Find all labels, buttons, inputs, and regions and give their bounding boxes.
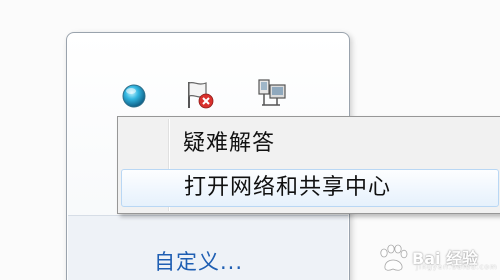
network-connection-icon[interactable] xyxy=(256,77,288,109)
network-context-menu: 疑难解答 打开网络和共享中心 xyxy=(117,116,500,214)
menu-item-open-network-sharing-center[interactable]: 打开网络和共享中心 xyxy=(121,169,499,207)
action-center-flag-error-icon[interactable] xyxy=(184,78,216,110)
customize-link[interactable]: 自定义... xyxy=(154,246,243,276)
watermark-subtext: jingyan.baidu.com xyxy=(416,263,498,271)
menu-item-troubleshoot[interactable]: 疑难解答 xyxy=(121,125,499,163)
baidu-paw-icon xyxy=(380,244,408,271)
screenshot-stage: 自定义... 疑难解答 打开网络和共享中心 Bai 经验 jingyan.bai… xyxy=(0,0,500,280)
network-status-icon[interactable] xyxy=(118,80,150,112)
baidu-jingyan-watermark: Bai 经验 jingyan.baidu.com xyxy=(376,244,497,274)
